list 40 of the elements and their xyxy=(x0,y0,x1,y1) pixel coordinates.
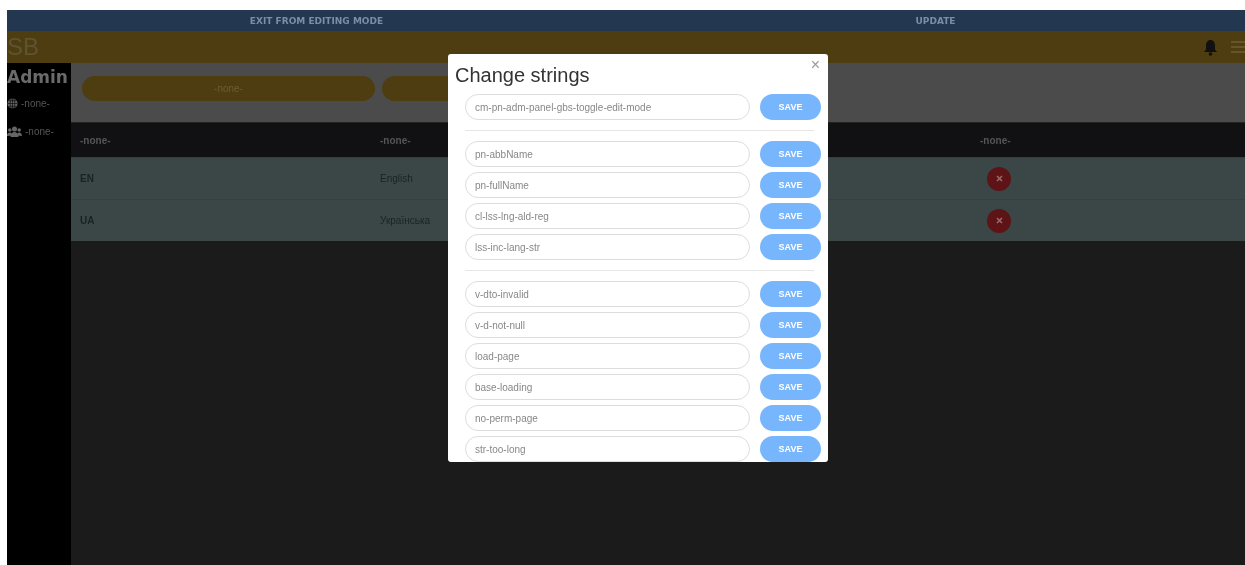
delete-button[interactable] xyxy=(987,208,1011,233)
sidebar-item[interactable]: -none- xyxy=(21,97,50,109)
input-field[interactable]: v-dto-invalid xyxy=(465,281,750,307)
sidebar-item[interactable]: -none- xyxy=(25,125,54,137)
save-button[interactable]: SAVE xyxy=(760,343,821,369)
toolbar-button[interactable]: UPDATE xyxy=(915,15,956,26)
close-button[interactable]: × xyxy=(810,56,820,74)
input-field[interactable]: v-d-not-null xyxy=(465,312,750,338)
close-icon xyxy=(995,217,1003,224)
input-field[interactable]: base-loading xyxy=(465,374,750,400)
save-button[interactable]: SAVE xyxy=(760,436,821,462)
save-button[interactable]: SAVE xyxy=(760,141,821,167)
delete-button[interactable] xyxy=(987,166,1011,191)
menu-icon[interactable] xyxy=(1231,40,1245,54)
input-field[interactable]: pn-fullName xyxy=(465,172,750,198)
dialog-title: Change strings xyxy=(455,63,590,88)
save-button[interactable]: SAVE xyxy=(760,203,821,229)
save-button[interactable]: SAVE xyxy=(760,374,821,400)
save-button[interactable]: SAVE xyxy=(760,405,821,431)
save-button[interactable]: SAVE xyxy=(760,172,821,198)
toolbar-button[interactable]: EXIT FROM EDITING MODE xyxy=(249,15,384,26)
column-header: -none- xyxy=(980,134,1011,146)
save-button[interactable]: SAVE xyxy=(760,312,821,338)
save-button[interactable]: SAVE xyxy=(760,234,821,260)
input-field[interactable]: str-too-long xyxy=(465,436,750,462)
column-header: -none- xyxy=(80,134,111,146)
bell-icon[interactable] xyxy=(1204,38,1217,56)
input-field[interactable]: no-perm-page xyxy=(465,405,750,431)
sidebar-title: Admin xyxy=(7,66,69,89)
save-button[interactable]: SAVE xyxy=(760,94,821,120)
input-field[interactable]: pn-abbName xyxy=(465,141,750,167)
users-icon xyxy=(7,125,22,137)
input-field[interactable]: load-page xyxy=(465,343,750,369)
close-icon xyxy=(995,175,1003,182)
save-button[interactable]: SAVE xyxy=(760,281,821,307)
column-header: -none- xyxy=(380,134,411,146)
input-field[interactable]: cl-lss-lng-ald-reg xyxy=(465,203,750,229)
globe-icon xyxy=(7,97,18,109)
input-field[interactable]: lss-inc-lang-str xyxy=(465,234,750,260)
input-field[interactable]: cm-pn-adm-panel-gbs-toggle-edit-mode xyxy=(465,94,750,120)
